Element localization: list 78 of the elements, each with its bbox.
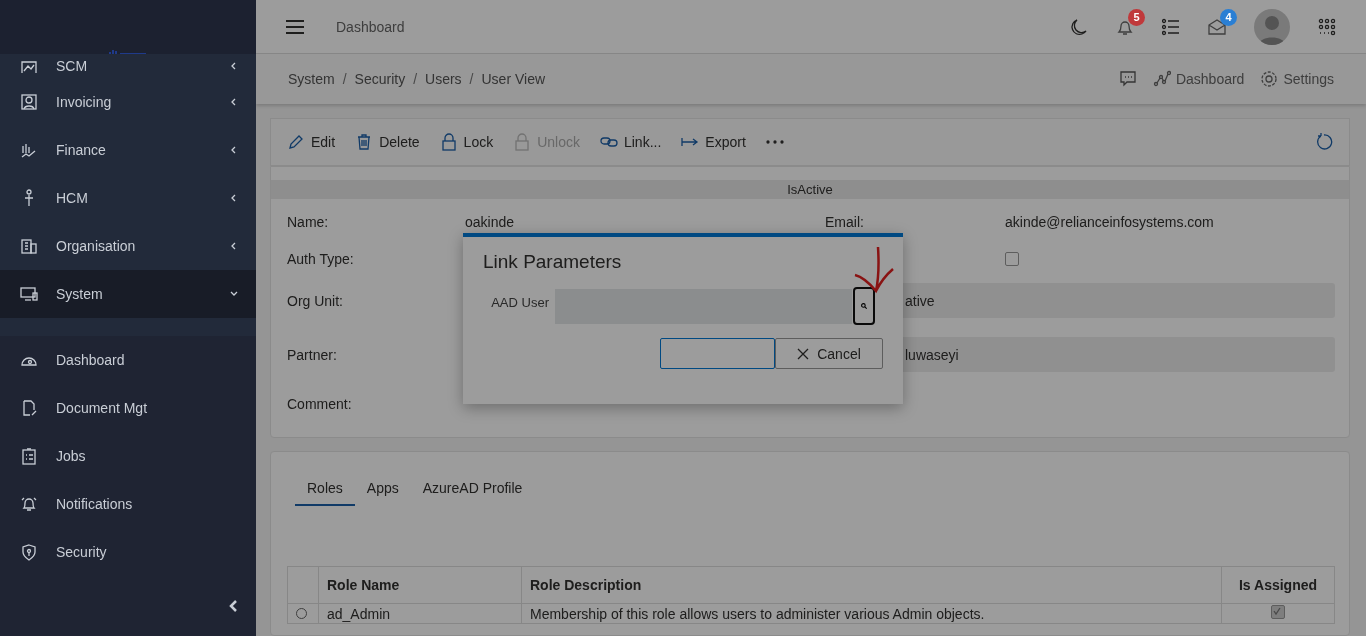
line-chart-icon [1152,70,1171,88]
building-icon [20,237,38,255]
refresh-icon[interactable] [1315,133,1333,151]
tab[interactable]: Roles [295,480,355,506]
field-value: oakinde [465,212,516,232]
list-icon[interactable] [1162,17,1180,36]
cancel-button[interactable]: Cancel [775,338,883,369]
breadcrumb-separator: / [342,71,347,87]
pencil-icon [287,133,305,151]
search-button[interactable] [853,287,875,325]
header-link[interactable]: Dashboard [1152,70,1245,88]
field-label: Comment: [287,394,353,414]
confirm-button[interactable] [660,338,775,369]
field-label: Email: [825,212,865,232]
sidebar-item[interactable]: Organisation [0,222,256,270]
count-badge: 4 [1220,8,1237,26]
lock-icon [513,133,532,151]
collapse-chevron-icon[interactable] [228,599,238,613]
tab[interactable]: AzureAD Profile [410,480,535,506]
gear-icon [1260,70,1279,88]
toolbar-button[interactable]: Lock [439,133,494,151]
chart-icon [20,141,38,159]
table-cell: ad_Admin [318,603,522,624]
field-label: AAD User [490,294,549,310]
field-label: Name: [287,212,330,232]
field-value: akinde@relianceinfosystems.com [1005,212,1215,232]
sidebar-item[interactable]: HCM [0,174,256,222]
count-badge: 5 [1128,8,1145,26]
sidebar-item[interactable]: Security [0,528,256,576]
sidebar-item[interactable]: Notifications [0,480,256,528]
dialog-title: Link Parameters [483,251,622,273]
breadcrumb-item[interactable]: System [288,71,335,87]
shield-icon [20,543,38,561]
breadcrumb-item[interactable]: User View [481,71,546,87]
tab[interactable]: Apps [354,480,411,506]
input-field[interactable] [555,288,852,324]
sidebar-item[interactable]: Jobs [0,432,256,480]
chat-icon[interactable] [1118,70,1137,88]
section-title: IsActive [271,180,1349,199]
document-icon [20,399,38,417]
more-icon[interactable] [765,140,784,144]
toolbar-button[interactable]: Export [681,133,746,151]
clipboard-icon [20,447,38,465]
sidebar-item[interactable]: Finance [0,126,256,174]
sidebar-item[interactable]: Dashboard [0,336,256,384]
table-cell: Membership of this role allows users to administer various Admin objects. [521,603,1222,624]
field-label: Org Unit: [287,292,344,311]
search-icon [861,301,867,311]
column-header: Role Description [521,566,1222,604]
page-title: Dashboard [336,18,406,35]
logo-icon [108,48,148,54]
sidebar-item[interactable]: System [0,270,256,318]
breadcrumb-item[interactable]: Users [425,71,462,87]
breadcrumb-separator: / [413,71,418,87]
field-label: Auth Type: [287,249,355,269]
avatar[interactable] [1254,8,1290,45]
header-link[interactable]: Settings [1260,70,1334,88]
envelope-icon[interactable] [1208,17,1226,36]
apps-grid-icon[interactable] [1318,17,1336,36]
sidebar-item[interactable]: Document Mgt [0,384,256,432]
breadcrumb-item[interactable]: Security [354,71,406,87]
checkbox[interactable] [1005,251,1019,266]
lock-icon [439,133,458,151]
toolbar-button[interactable]: Link... [599,133,662,151]
close-icon [797,347,810,360]
menu-icon[interactable] [286,19,304,34]
sidebar-item[interactable]: SCM [0,54,256,78]
toolbar-button[interactable]: Edit [287,133,336,151]
sidebar-item[interactable]: Invoicing [0,78,256,126]
column-header: Is Assigned [1221,566,1335,604]
monitor-icon [20,285,38,303]
field-label: Partner: [287,346,338,365]
alarm-bell-icon [20,495,38,513]
breadcrumb-separator: / [469,71,474,87]
column-header: Role Name [318,566,522,604]
toolbar-button[interactable]: Delete [355,133,420,151]
person-frame-icon [20,93,38,111]
moon-icon[interactable] [1070,17,1088,36]
